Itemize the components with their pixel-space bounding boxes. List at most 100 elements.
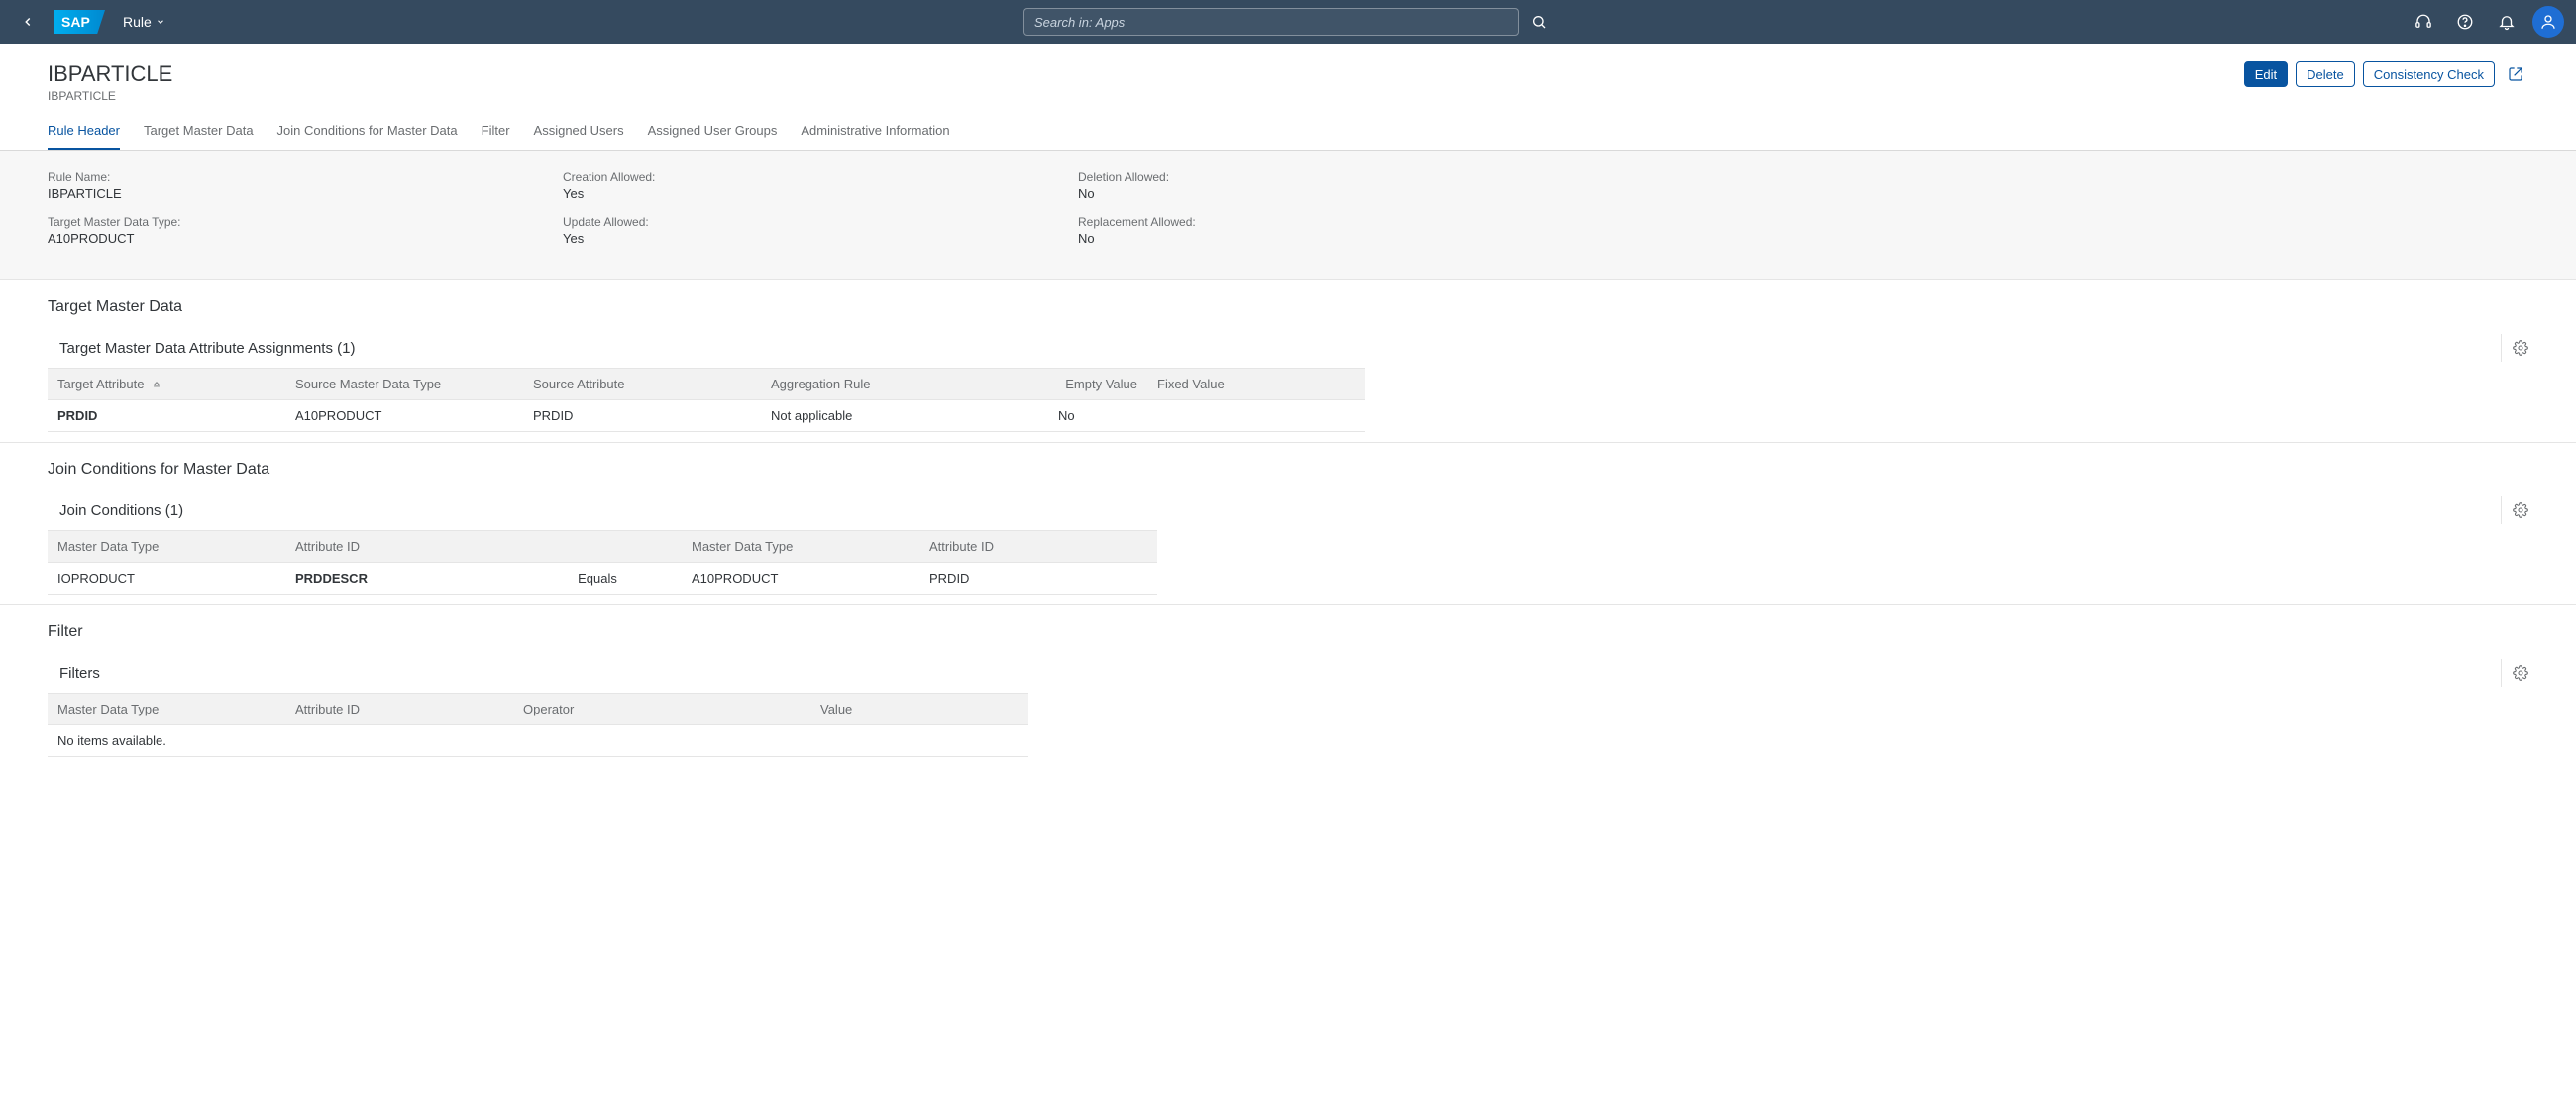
search-icon [1531,14,1547,30]
support-button[interactable] [2408,6,2439,38]
col-fixed-value[interactable]: Fixed Value [1147,369,1365,400]
facet-field: Target Master Data Type: A10PRODUCT [48,215,563,246]
filters-settings-button[interactable] [2501,659,2528,687]
app-name-menu[interactable]: Rule [115,8,173,36]
search-submit[interactable] [1525,8,1553,36]
tmd-settings-button[interactable] [2501,334,2528,362]
section-target-master-data: Target Master Data [0,280,2576,324]
col-source-attr[interactable]: Source Attribute [523,369,761,400]
subsection-join-title: Join Conditions (1) [59,502,183,519]
tab-join-conditions-for-master-data[interactable]: Join Conditions for Master Data [277,111,458,150]
cell-join-left-attr: PRDDESCR [285,563,513,595]
sort-asc-icon [152,379,161,388]
share-button[interactable] [2503,61,2528,87]
facet-value: Yes [563,231,1078,246]
chevron-down-icon [156,17,165,27]
search-box[interactable] [1023,8,1519,36]
facet-label: Update Allowed: [563,215,1078,229]
section-filter: Filter [0,605,2576,649]
bell-icon [2498,13,2516,31]
subsection-filters-title: Filters [59,665,100,682]
col-join-right-type[interactable]: Master Data Type [682,531,919,563]
object-header: IBPARTICLE IBPARTICLE Edit Delete Consis… [0,44,2576,111]
cell-agg: Not applicable [761,400,1048,432]
tab-filter[interactable]: Filter [482,111,510,150]
col-filter-op[interactable]: Operator [513,694,810,725]
shell-left: SAP Rule [12,6,173,38]
col-filter-value[interactable]: Value [810,694,1028,725]
col-source-mdt[interactable]: Source Master Data Type [285,369,523,400]
rule-header-facets: Rule Name:IBPARTICLE Target Master Data T… [0,151,2576,280]
filters-header-row: Master Data Type Attribute ID Operator V… [48,694,1028,725]
col-target-attribute[interactable]: Target Attribute [48,369,285,400]
col-join-right-attr[interactable]: Attribute ID [919,531,1157,563]
section-join-conditions: Join Conditions for Master Data [0,443,2576,487]
facet-label: Creation Allowed: [563,170,1078,184]
subsection-tmd-title: Target Master Data Attribute Assignments… [59,340,355,357]
facet-field: Update Allowed: Yes [563,215,1078,246]
facet-value: No [1078,186,1593,201]
consistency-check-button[interactable]: Consistency Check [2363,61,2495,87]
facet-field: Rule Name:IBPARTICLE [48,170,563,201]
facet-col-3: Deletion Allowed: No Replacement Allowed: N… [1078,170,1593,260]
col-agg-rule[interactable]: Aggregation Rule [761,369,1048,400]
facet-label: Deletion Allowed: [1078,170,1593,184]
filters-empty-text: No items available. [48,725,1028,757]
tab-assigned-user-groups[interactable]: Assigned User Groups [648,111,778,150]
subsection-filters: Filters [0,649,2576,693]
filters-table-wrap: Master Data Type Attribute ID Operator V… [0,693,2576,761]
object-actions: Edit Delete Consistency Check [2244,61,2528,87]
table-row-empty: No items available. [48,725,1028,757]
search-input[interactable] [1034,15,1508,30]
facet-value: IBPARTICLE [48,186,563,201]
app-name-label: Rule [123,14,152,30]
col-join-op[interactable] [513,531,682,563]
notifications-button[interactable] [2491,6,2522,38]
col-filter-mdt[interactable]: Master Data Type [48,694,285,725]
person-icon [2539,13,2557,31]
facet-col-1: Rule Name:IBPARTICLE Target Master Data T… [48,170,563,260]
subsection-tmd-assignments: Target Master Data Attribute Assignments… [0,324,2576,368]
headset-icon [2415,13,2432,31]
shell-bar: SAP Rule [0,0,2576,44]
col-filter-attr[interactable]: Attribute ID [285,694,513,725]
cell-target-attr: PRDID [48,400,285,432]
table-row[interactable]: PRDID A10PRODUCT PRDID Not applicable No [48,400,1365,432]
facet-label: Replacement Allowed: [1078,215,1593,229]
tab-rule-header[interactable]: Rule Header [48,111,120,150]
facet-field: Creation Allowed: Yes [563,170,1078,201]
table-row[interactable]: IOPRODUCT PRDDESCR Equals A10PRODUCT PRD… [48,563,1157,595]
delete-button[interactable]: Delete [2296,61,2355,87]
col-join-left-type[interactable]: Master Data Type [48,531,285,563]
join-table: Master Data Type Attribute ID Master Dat… [48,530,1157,595]
help-button[interactable] [2449,6,2481,38]
col-empty-value[interactable]: Empty Value [1048,369,1147,400]
facet-value: Yes [563,186,1078,201]
page-title: IBPARTICLE [48,61,172,87]
facet-field: Replacement Allowed: No [1078,215,1593,246]
tab-administrative-information[interactable]: Administrative Information [801,111,949,150]
tab-assigned-users[interactable]: Assigned Users [534,111,624,150]
gear-icon [2513,665,2528,681]
cell-join-right-attr: PRDID [919,563,1157,595]
facet-field: Deletion Allowed: No [1078,170,1593,201]
edit-button[interactable]: Edit [2244,61,2288,87]
facet-value: A10PRODUCT [48,231,563,246]
cell-join-left-type: IOPRODUCT [48,563,285,595]
facet-label: Target Master Data Type: [48,215,563,229]
tab-target-master-data[interactable]: Target Master Data [144,111,254,150]
filters-table: Master Data Type Attribute ID Operator V… [48,693,1028,757]
back-button[interactable] [12,6,44,38]
col-target-attribute-label: Target Attribute [57,377,144,391]
cell-join-op: Equals [513,563,682,595]
share-icon [2508,66,2523,82]
join-settings-button[interactable] [2501,496,2528,524]
cell-empty: No [1048,400,1147,432]
col-join-left-attr[interactable]: Attribute ID [285,531,513,563]
page-subtitle: IBPARTICLE [48,89,172,103]
facet-value: No [1078,231,1593,246]
sap-logo: SAP [54,10,105,34]
shell-center [1023,8,1553,36]
cell-join-right-type: A10PRODUCT [682,563,919,595]
user-avatar[interactable] [2532,6,2564,38]
